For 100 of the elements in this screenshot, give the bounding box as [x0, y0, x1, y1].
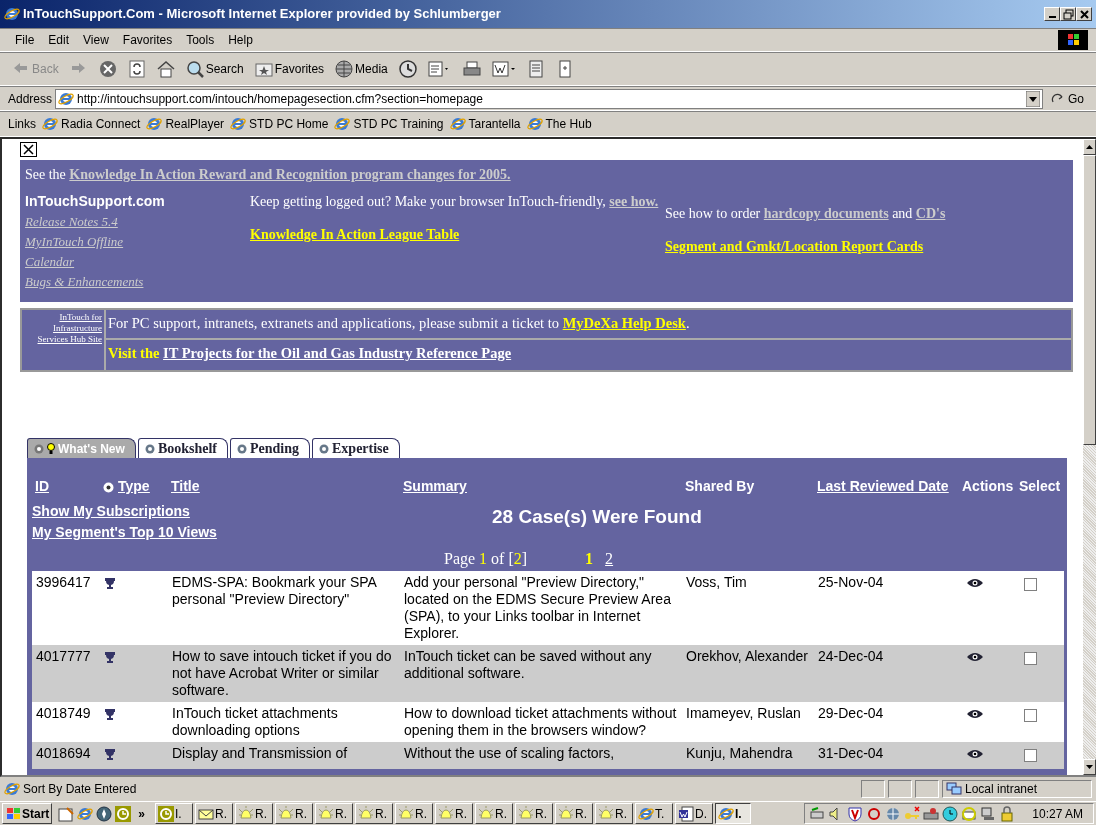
stop-icon — [98, 60, 117, 78]
restore-button[interactable] — [1060, 7, 1076, 21]
taskbar-button[interactable]: R. — [395, 803, 434, 824]
bell-icon — [358, 805, 375, 822]
help-desk-link[interactable]: MyDeXa Help Desk — [562, 315, 686, 331]
trophy-icon — [104, 651, 116, 664]
subscription-link[interactable]: Show My Subscriptions — [32, 501, 190, 522]
visit-text: Visit the IT Projects for the Oil and Gas Industry Reference Page — [108, 344, 513, 363]
key-icon[interactable] — [904, 805, 921, 822]
scrollbar[interactable] — [1083, 139, 1096, 775]
shield-icon[interactable] — [847, 805, 864, 822]
taskbar-button[interactable]: R. — [355, 803, 394, 824]
case-title: How to save intouch ticket if you do not have Acrobat Writer or similar software. — [172, 648, 392, 698]
page-link[interactable]: 1 — [585, 547, 594, 571]
column-sort-link[interactable]: Summary — [403, 478, 467, 494]
search-button[interactable]: Search — [181, 58, 248, 80]
taskbar-button[interactable]: R. — [515, 803, 554, 824]
minimize-icon — [1048, 16, 1056, 18]
minimize-button[interactable] — [1044, 7, 1060, 21]
eye-icon[interactable] — [967, 709, 983, 720]
column-sort-link[interactable]: Title — [171, 478, 200, 494]
menu-item[interactable]: View — [76, 31, 116, 49]
windows-logo — [5, 806, 21, 821]
column-sort-link[interactable]: Last Reviewed Date — [817, 478, 949, 494]
more-button[interactable]: » — [134, 802, 150, 825]
checkbox[interactable] — [1024, 652, 1037, 665]
league-table-link[interactable]: Knowledge In Action League Table — [250, 224, 460, 245]
taskbar-button[interactable]: R. — [195, 803, 234, 824]
column-sort-link[interactable]: Type — [118, 478, 150, 494]
checkbox[interactable] — [1024, 578, 1037, 591]
tab[interactable]: Pending — [230, 438, 310, 458]
taskbar-button[interactable]: D. — [675, 803, 714, 824]
taskbar-button[interactable]: R. — [555, 803, 594, 824]
star-folder-button[interactable]: Favorites — [250, 58, 329, 80]
taskbar-button[interactable]: R. — [595, 803, 634, 824]
window-title: InTouchSupport.Com - Microsoft Internet Explorer provided by Schlumberger — [23, 5, 502, 24]
report-cards-link[interactable]: Segment and Gmkt/Location Report Cards — [665, 236, 924, 257]
browser-icon — [526, 116, 543, 132]
subscription-link[interactable]: My Segment's Top 10 Views — [32, 522, 217, 543]
tab[interactable]: Expertise — [312, 438, 400, 458]
taskbar-button[interactable]: I. — [715, 803, 752, 824]
checkbox[interactable] — [1024, 709, 1037, 722]
network-icon — [946, 782, 962, 796]
computer-icon[interactable] — [980, 805, 997, 822]
menu-item[interactable]: File — [8, 31, 42, 49]
menu-item[interactable]: Favorites — [115, 31, 180, 49]
radio-icon — [34, 443, 44, 454]
clock-icon[interactable] — [942, 805, 959, 822]
link-button[interactable]: STD PC Training — [334, 115, 444, 133]
start-button[interactable]: Start — [2, 803, 53, 824]
login-notice: Keep getting logged out? Make your browser InTouch-friendly, see how. — [250, 193, 660, 211]
tab[interactable]: Bookshelf — [137, 438, 228, 458]
page-link[interactable]: 2 — [605, 547, 614, 571]
link-button[interactable]: RealPlayer — [146, 115, 225, 133]
clock-text: 10:27 AM — [1032, 805, 1083, 823]
desktop-icon[interactable] — [58, 805, 75, 822]
radio-icon[interactable] — [103, 481, 114, 493]
radio-icon — [237, 443, 247, 454]
link-button[interactable]: Tarantella — [449, 115, 521, 133]
printer-icon[interactable] — [961, 805, 978, 822]
taskbar-button[interactable]: R. — [235, 803, 274, 824]
taskbar-button[interactable]: T. — [635, 803, 674, 824]
loop-icon[interactable] — [866, 805, 883, 822]
taskbar-button[interactable]: R. — [475, 803, 514, 824]
dropdown-arrow-icon[interactable] — [1026, 90, 1040, 107]
taskbar-button[interactable]: R. — [315, 803, 354, 824]
link-button[interactable]: Radia Connect — [42, 115, 141, 133]
up-arrow-icon — [1086, 145, 1093, 149]
lock-icon[interactable] — [999, 805, 1016, 822]
menu-item[interactable]: Edit — [41, 31, 77, 49]
column-header: Shared By — [685, 478, 755, 494]
history-icon — [398, 60, 417, 78]
link-button[interactable]: STD PC Home — [230, 115, 329, 133]
go-button[interactable]: Go — [1046, 87, 1088, 110]
links-label: Links — [8, 116, 36, 133]
menu-item[interactable]: Tools — [179, 31, 222, 49]
case-id: 3996417 — [36, 574, 91, 590]
drive-icon[interactable] — [923, 805, 940, 822]
link-button[interactable]: The Hub — [526, 115, 592, 133]
eye-icon[interactable] — [967, 652, 983, 663]
eye-icon[interactable] — [967, 749, 983, 760]
browser-page-icon — [718, 805, 735, 822]
printer-icon — [462, 60, 481, 78]
hub-site-link[interactable]: InTouch for Infrastructure Services Hub Site — [24, 312, 102, 345]
taskbar-button[interactable]: I. — [155, 803, 194, 824]
compass-icon[interactable] — [96, 805, 113, 822]
menu-item[interactable]: Help — [221, 31, 260, 49]
reference-page-link[interactable]: IT Projects for the Oil and Gas Industry Reference Page — [163, 345, 512, 361]
column-sort-link[interactable]: ID — [35, 478, 49, 494]
bell-icon — [598, 805, 615, 822]
taskbar-button[interactable]: R. — [435, 803, 474, 824]
address-field[interactable]: http://intouchsupport.com/intouch/homepagesection.cfm?section=homepage — [55, 88, 1043, 109]
taskbar-button[interactable]: R. — [275, 803, 314, 824]
bell-icon — [518, 805, 535, 822]
checkbox[interactable] — [1024, 749, 1037, 762]
eye-icon[interactable] — [967, 578, 983, 589]
close-button[interactable] — [20, 142, 37, 157]
globe-button[interactable]: Media — [331, 58, 392, 80]
review-date: 31-Dec-04 — [818, 745, 884, 761]
browser-icon[interactable] — [77, 805, 94, 822]
